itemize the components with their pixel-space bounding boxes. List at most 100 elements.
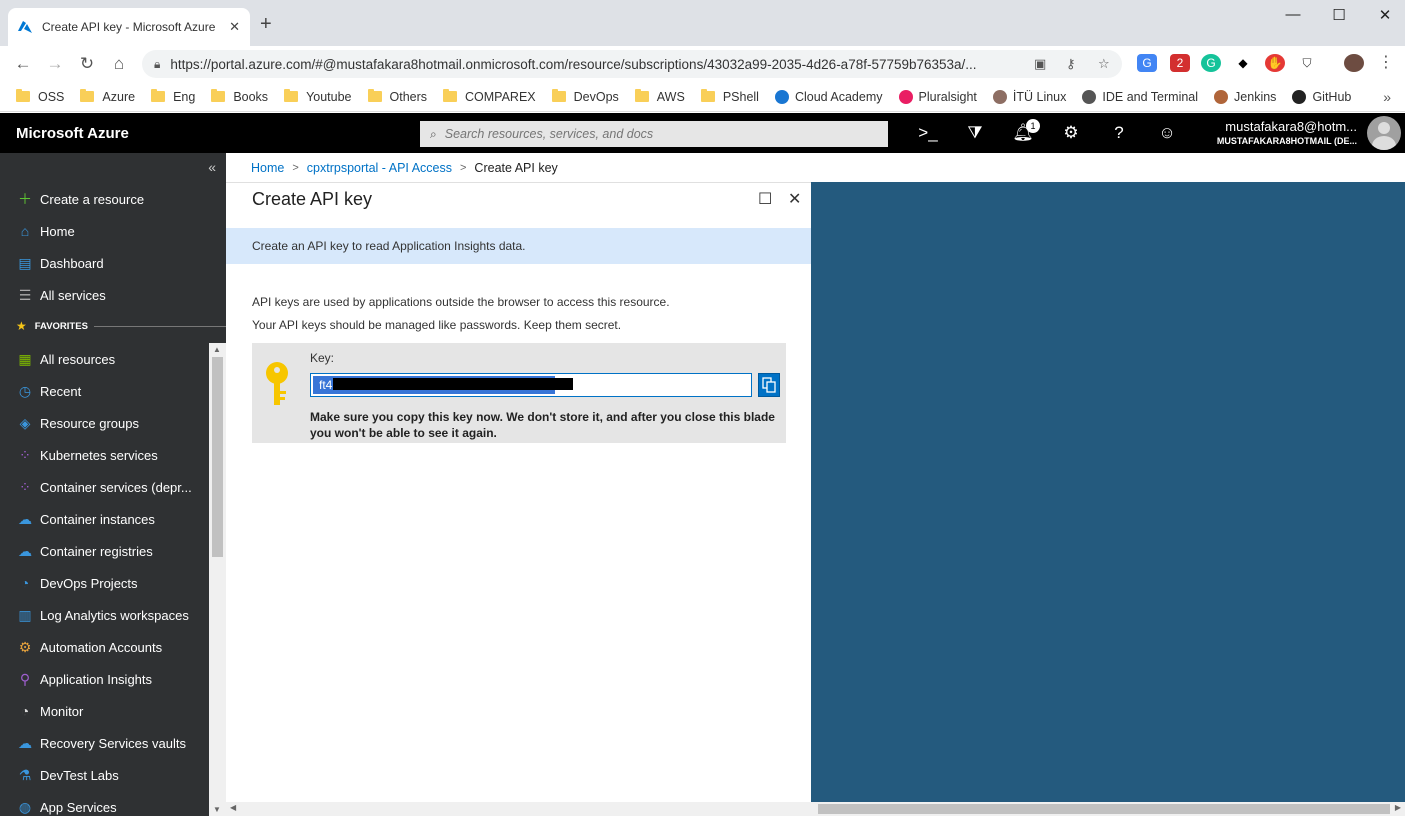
star-icon[interactable]: ☆ xyxy=(1098,56,1110,72)
grammarly-ext-icon[interactable]: G xyxy=(1201,54,1221,72)
key-field[interactable]: ft4 xyxy=(310,373,752,397)
bookmark-jenkins[interactable]: Jenkins xyxy=(1214,89,1276,104)
sidebar-item-home[interactable]: ⌂ Home xyxy=(0,216,208,246)
sidebar-item-container-registries[interactable]: ☁ Container registries xyxy=(0,536,208,566)
sidebar-item-all-services[interactable]: ☰ All services xyxy=(0,280,208,310)
bookmark-favicon-icon xyxy=(1292,89,1307,104)
browser-tab[interactable]: Create API key - Microsoft Azure ✕ xyxy=(8,8,250,46)
folder-icon xyxy=(443,89,458,102)
page-title: Create API key xyxy=(252,189,373,209)
help-icon[interactable]: ? xyxy=(1107,123,1131,143)
copy-button[interactable] xyxy=(758,373,780,397)
bookmark-label: DevOps xyxy=(573,89,619,104)
sidebar-item-log-analytics-workspaces[interactable]: ▥ Log Analytics workspaces xyxy=(0,600,208,630)
bookmark-i-t-linux[interactable]: İTÜ Linux xyxy=(992,89,1066,104)
sidebar-item-kubernetes-services[interactable]: ⁘ Kubernetes services xyxy=(0,440,208,470)
sidebar-item-dashboard[interactable]: ▤ Dashboard xyxy=(0,248,208,278)
new-tab-button[interactable]: + xyxy=(260,14,272,34)
sidebar-item-recovery-services-vaults[interactable]: ☁ Recovery Services vaults xyxy=(0,728,208,758)
breadcrumb-api-access[interactable]: cpxtrpsportal - API Access xyxy=(307,161,452,175)
sidebar-item-monitor[interactable]: ◔ Monitor xyxy=(0,696,208,726)
create-api-key-blade: Create API key ☐ ✕ Create an API key to … xyxy=(226,182,811,802)
settings-icon[interactable]: ⚙ xyxy=(1059,123,1083,143)
sidebar-item-container-services-depr[interactable]: ⁘ Container services (depr... xyxy=(0,472,208,502)
maximize-button[interactable]: ☐ xyxy=(1316,6,1362,24)
azure-brand[interactable]: Microsoft Azure xyxy=(16,125,129,142)
folder-icon xyxy=(80,89,95,102)
bookmark-pluralsight[interactable]: Pluralsight xyxy=(898,89,977,104)
bookmark-others[interactable]: Others xyxy=(367,89,427,104)
cloud-shell-icon[interactable]: >_ xyxy=(916,123,940,143)
cloud-icon: ☁ xyxy=(18,510,32,527)
cast-icon[interactable]: ▣ xyxy=(1034,56,1046,72)
horizontal-scrollbar[interactable]: ◀ ▶ xyxy=(226,802,1405,816)
breadcrumb-home[interactable]: Home xyxy=(251,161,284,175)
breadcrumb: Home > cpxtrpsportal - API Access > Crea… xyxy=(251,161,558,175)
bookmark-oss[interactable]: OSS xyxy=(16,89,64,104)
minimize-button[interactable]: — xyxy=(1270,6,1316,23)
bookmark-pshell[interactable]: PShell xyxy=(700,89,759,104)
bookmark-cloud-academy[interactable]: Cloud Academy xyxy=(774,89,883,104)
bookmark-ide-and-terminal[interactable]: IDE and Terminal xyxy=(1082,89,1198,104)
url-text[interactable]: https://portal.azure.com/#@mustafakara8h… xyxy=(170,57,1020,72)
sidebar-item-recent[interactable]: ◷ Recent xyxy=(0,376,208,406)
sidebar-item-label: Kubernetes services xyxy=(40,447,158,463)
bookmark-azure[interactable]: Azure xyxy=(80,89,135,104)
tab-close-icon[interactable]: ✕ xyxy=(229,19,240,35)
bookmark-favicon-icon xyxy=(774,89,789,104)
sidebar-item-devtest-labs[interactable]: ⚗ DevTest Labs xyxy=(0,760,208,790)
directory-filter-icon[interactable]: ⧩ xyxy=(963,123,987,143)
azure-search[interactable]: ⌕ xyxy=(420,121,888,147)
collapse-sidebar-button[interactable]: « xyxy=(208,159,216,175)
bookmark-label: Eng xyxy=(173,89,196,104)
sidebar-item-application-insights[interactable]: ⚲ Application Insights xyxy=(0,664,208,694)
back-icon[interactable]: ← xyxy=(13,54,33,74)
home-icon[interactable]: ⌂ xyxy=(109,54,129,74)
sidebar-item-devops-projects[interactable]: ◔ DevOps Projects xyxy=(0,568,208,598)
folder-icon xyxy=(151,89,166,102)
close-icon[interactable]: ✕ xyxy=(788,189,801,209)
sidebar-item-app-services[interactable]: ◍ App Services xyxy=(0,792,208,822)
bookmark-youtube[interactable]: Youtube xyxy=(284,89,352,104)
tab-title: Create API key - Microsoft Azure xyxy=(42,20,216,34)
sidebar-item-automation-accounts[interactable]: ⚙ Automation Accounts xyxy=(0,632,208,662)
home-icon: ⌂ xyxy=(20,223,30,239)
bookmark-eng[interactable]: Eng xyxy=(151,89,196,104)
browser-menu-icon[interactable]: ⋮ xyxy=(1376,54,1396,72)
bookmark-devops[interactable]: DevOps xyxy=(551,89,619,104)
sidebar-item-label: App Services xyxy=(40,799,117,815)
maximize-blade-icon[interactable]: ☐ xyxy=(758,189,772,209)
avatar[interactable] xyxy=(1367,116,1401,150)
sidebar-item-all-resources[interactable]: ▦ All resources xyxy=(0,344,208,374)
bookmark-comparex[interactable]: COMPAREX xyxy=(443,89,536,104)
key-icon[interactable]: ⚷ xyxy=(1066,56,1076,72)
folder-icon xyxy=(367,89,382,102)
sidebar-scrollbar[interactable]: ▲ ▼ xyxy=(209,343,226,816)
omnibox[interactable]: 🔒︎ https://portal.azure.com/#@mustafakar… xyxy=(142,50,1122,78)
reload-icon[interactable]: ↻ xyxy=(77,54,97,74)
profile-avatar[interactable] xyxy=(1344,54,1364,72)
pocket-ext-icon[interactable]: ⛉ xyxy=(1297,54,1317,72)
translate-ext-icon[interactable]: G xyxy=(1137,54,1157,72)
bookmark-github[interactable]: GitHub xyxy=(1292,89,1351,104)
sidebar-item-container-instances[interactable]: ☁ Container instances xyxy=(0,504,208,534)
list-icon: ☰ xyxy=(18,286,32,303)
search-input[interactable] xyxy=(444,127,865,141)
account-info[interactable]: mustafakara8@hotm... MUSTAFAKARA8HOTMAIL… xyxy=(1217,119,1357,146)
forward-icon[interactable]: → xyxy=(45,54,65,74)
bookmark-favicon-icon xyxy=(1082,89,1097,104)
fish-ext-icon[interactable]: ◆ xyxy=(1233,54,1253,72)
more-bookmarks-button[interactable]: » xyxy=(1383,89,1391,105)
adblock-ext-icon[interactable]: ✋ xyxy=(1265,54,1285,72)
bookmark-books[interactable]: Books xyxy=(211,89,268,104)
sidebar-item-label: Recent xyxy=(40,383,82,399)
bookmark-aws[interactable]: AWS xyxy=(634,89,685,104)
sidebar-item-resource-groups[interactable]: ◈ Resource groups xyxy=(0,408,208,438)
calendar-ext-icon[interactable]: 2 xyxy=(1170,54,1190,72)
sidebar-item-label: All resources xyxy=(40,351,116,367)
close-window-button[interactable]: ✕ xyxy=(1362,6,1405,24)
feedback-icon[interactable]: ☺ xyxy=(1155,123,1179,143)
sidebar-item-create-a-resource[interactable]: ＋ Create a resource xyxy=(0,184,208,214)
sidebar-item-label: All services xyxy=(40,287,106,303)
azure-topbar: Microsoft Azure ⌕ >_ ⧩ 🔔︎ 1 ⚙ ? ☺ mustaf… xyxy=(0,113,1405,153)
